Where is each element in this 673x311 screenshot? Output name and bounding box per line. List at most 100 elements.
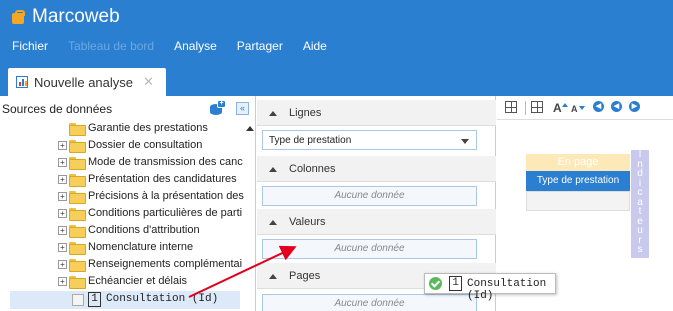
tree-item-label: Garantie des prestations — [88, 122, 208, 134]
panel-title: Sources de données — [2, 102, 113, 116]
main-menu: Fichier Tableau de bord Analyse Partager… — [12, 39, 347, 53]
tree-item-label: Mode de transmission des canc — [88, 156, 243, 168]
measure-type-badge: 1 — [88, 292, 101, 307]
expand-icon[interactable]: + — [58, 209, 67, 218]
folder-icon — [69, 174, 86, 187]
grid-settings-icon[interactable] — [531, 101, 543, 113]
zone-title: Valeurs — [289, 216, 326, 228]
folder-icon — [69, 208, 86, 221]
drag-item-label: Consultation (Id) — [467, 278, 547, 302]
data-sources-panel: Sources de données + « Garantie des pres… — [0, 96, 256, 311]
check-circle-icon — [429, 277, 442, 290]
dropzone-placeholder: Aucune donnée — [334, 298, 405, 309]
preview-toolbar: A A ◀ ◀ ▶ — [497, 96, 673, 120]
zone-lignes-body: Type de prestation — [257, 126, 496, 154]
arrow-down-icon — [579, 106, 585, 110]
zone-colonnes-header[interactable]: Colonnes — [257, 156, 496, 182]
tab-nouvelle-analyse[interactable]: Nouvelle analyse ✕ — [8, 68, 166, 96]
data-source-tree: Garantie des prestations + Dossier de co… — [0, 120, 244, 311]
rows-field-value: Type de prestation — [269, 135, 352, 146]
tab-label: Nouvelle analyse — [34, 74, 134, 90]
tree-item[interactable]: + Conditions particulières de parti — [0, 205, 244, 223]
tree-item[interactable]: + Présentation des candidatures — [0, 171, 244, 189]
close-icon[interactable]: ✕ — [143, 74, 154, 90]
app-name: Marcoweb — [32, 6, 120, 27]
tree-item[interactable]: + Nomenclature interne — [0, 239, 244, 257]
expand-icon[interactable]: + — [58, 260, 67, 269]
previous-page-icon[interactable]: ◀ — [611, 101, 622, 112]
tree-item[interactable]: + Echéancier et délais — [0, 273, 244, 291]
folder-icon — [69, 259, 86, 272]
expand-icon[interactable]: + — [58, 175, 67, 184]
tree-item[interactable]: + Précisions à la présentation des — [0, 188, 244, 206]
rows-field-select[interactable]: Type de prestation — [262, 130, 477, 150]
measure-type-badge: 1 — [449, 276, 462, 291]
first-page-icon[interactable]: ◀ — [593, 101, 604, 112]
empty-row-cell — [526, 191, 630, 211]
briefcase-logo-icon — [12, 10, 25, 24]
arrow-up-icon — [562, 103, 568, 107]
menu-fichier[interactable]: Fichier — [12, 39, 48, 53]
tree-item[interactable]: + Conditions d'attribution — [0, 222, 244, 240]
next-page-icon[interactable]: ▶ — [629, 101, 640, 112]
zone-lignes-header[interactable]: Lignes — [257, 100, 496, 126]
zone-title: Colonnes — [289, 163, 336, 175]
collapse-triangle-icon[interactable] — [269, 167, 277, 172]
tree-item-label: Conditions d'attribution — [88, 224, 200, 236]
zone-valeurs-header[interactable]: Valeurs — [257, 209, 496, 235]
zone-title: Lignes — [289, 107, 322, 119]
expand-icon[interactable]: + — [58, 243, 67, 252]
app-header: Marcoweb Fichier Tableau de bord Analyse… — [0, 0, 673, 61]
collapse-triangle-icon[interactable] — [269, 220, 277, 225]
measure-item-consultation-id[interactable]: 1 Consultation (Id) — [10, 291, 240, 309]
brand: Marcoweb — [12, 4, 120, 30]
tree-item[interactable]: + Dossier de consultation — [0, 137, 244, 155]
tree-item-label: Conditions particulières de parti — [88, 207, 243, 219]
chevron-down-icon[interactable] — [461, 139, 469, 144]
tab-strip: Nouvelle analyse ✕ — [0, 61, 673, 96]
tree-scrollbar[interactable] — [244, 120, 256, 311]
database-add-icon[interactable]: + — [210, 100, 226, 116]
expand-icon[interactable]: + — [58, 141, 67, 150]
indicator-letter: s — [637, 244, 643, 255]
tree-item[interactable]: + Mode de transmission des canc — [0, 154, 244, 172]
expand-icon[interactable]: + — [58, 158, 67, 167]
dropzone-placeholder: Aucune donnée — [334, 243, 405, 254]
menu-analyse[interactable]: Analyse — [174, 39, 217, 53]
table-settings-icon[interactable] — [505, 101, 517, 113]
folder-icon — [69, 225, 86, 238]
measure-label: Consultation (Id) — [106, 293, 219, 305]
collapse-triangle-icon[interactable] — [269, 274, 277, 279]
collapse-triangle-icon[interactable] — [269, 111, 277, 116]
tree-item-label: Dossier de consultation — [88, 139, 203, 151]
chart-document-icon — [16, 76, 28, 88]
menu-partager[interactable]: Partager — [237, 39, 283, 53]
expand-icon[interactable]: + — [58, 192, 67, 201]
folder-icon — [69, 140, 86, 153]
tree-item-label: Nomenclature interne — [88, 241, 194, 253]
page-area-label: En page — [526, 154, 630, 171]
columns-dropzone[interactable]: Aucune donnée — [262, 186, 477, 206]
data-sources-header: Sources de données + « — [0, 96, 256, 120]
tree-item[interactable]: + Renseignements complémentai — [0, 256, 244, 274]
tree-item[interactable]: Garantie des prestations — [0, 120, 244, 138]
dropzone-placeholder: Aucune donnée — [334, 190, 405, 201]
folder-icon — [69, 191, 86, 204]
tree-item-label: Renseignements complémentai — [88, 258, 243, 270]
expand-icon[interactable]: + — [58, 277, 67, 286]
tree-item-label: Echéancier et délais — [88, 275, 188, 287]
checkbox[interactable] — [72, 294, 84, 306]
folder-icon — [69, 157, 86, 170]
folder-icon — [69, 276, 86, 289]
values-dropzone[interactable]: Aucune donnée — [262, 239, 477, 259]
scroll-up-icon[interactable] — [246, 126, 254, 131]
font-increase-icon[interactable]: A — [553, 101, 562, 115]
toolbar-separator — [525, 101, 526, 115]
pages-dropzone[interactable]: Aucune donnée — [262, 294, 477, 311]
collapse-panel-button[interactable]: « — [236, 102, 249, 115]
font-decrease-icon[interactable]: A — [571, 104, 578, 118]
expand-icon[interactable]: + — [58, 226, 67, 235]
row-header-cell: Type de prestation — [526, 171, 630, 191]
folder-icon — [69, 123, 86, 136]
menu-aide[interactable]: Aide — [303, 39, 327, 53]
